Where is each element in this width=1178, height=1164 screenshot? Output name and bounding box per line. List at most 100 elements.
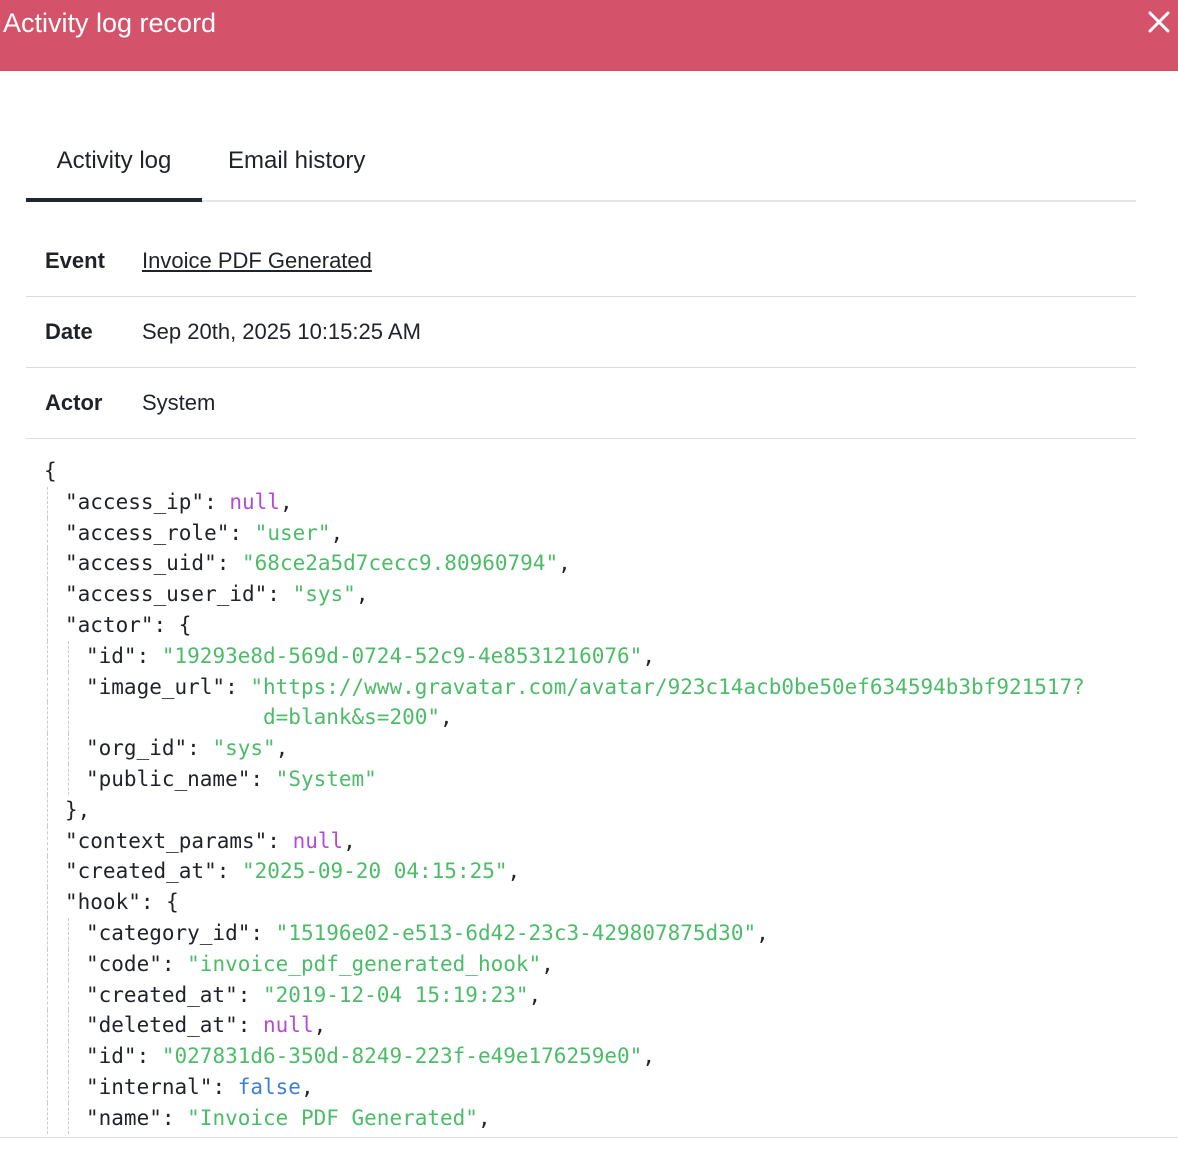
indent-guide (47, 671, 48, 703)
modal-title: Activity log record (3, 8, 217, 38)
json-value: "sys" (212, 736, 276, 761)
indent-guide (47, 733, 48, 764)
json-punctuation: , (756, 920, 769, 945)
json-value: "sys" (292, 582, 356, 607)
indent-guide (68, 763, 69, 795)
indent-guide (68, 702, 69, 734)
indent-guide (47, 548, 48, 580)
json-key: "access_user_id" (65, 582, 268, 607)
json-line: "context_params": null, (44, 825, 1144, 857)
json-line: "created_at": "2025-09-20 04:15:25", (44, 856, 1144, 888)
tab-email-history[interactable]: Email history (228, 130, 365, 200)
json-punctuation: : (204, 489, 230, 514)
json-value: "68ce2a5d7cecc9.80960794" (242, 551, 559, 576)
json-value: "user" (254, 520, 331, 545)
json-punctuation: }, (65, 797, 91, 822)
json-key: "actor" (65, 612, 154, 637)
json-key: "context_params" (65, 828, 268, 853)
indent-guide (47, 1010, 48, 1042)
json-punctuation: : (216, 551, 243, 576)
json-value: "Invoice PDF Generated" (187, 1105, 478, 1130)
event-row: Event Invoice PDF Generated (26, 226, 1136, 297)
indent-guide (68, 733, 69, 764)
json-line: "id": "027831d6-350d-8249-223f-e49e17625… (44, 1041, 1144, 1072)
json-punctuation: : (212, 1074, 238, 1099)
close-button[interactable] (1144, 6, 1174, 38)
date-label: Date (45, 319, 93, 344)
json-punctuation: , (642, 643, 655, 668)
tab-activity-log[interactable]: Activity log (26, 130, 202, 202)
json-line: }, (44, 794, 1144, 826)
json-key: "image_url" (86, 674, 226, 699)
indent-guide (47, 763, 48, 795)
json-value: "2019-12-04 15:19:23" (263, 982, 529, 1007)
footer-divider (0, 1137, 1178, 1138)
json-punctuation: , (528, 982, 542, 1007)
json-line: "access_uid": "68ce2a5d7cecc9.80960794", (44, 548, 1144, 580)
json-line: "created_at": "2019-12-04 15:19:23", (44, 979, 1144, 1011)
modal-header: Activity log record (0, 0, 1178, 71)
json-punctuation: : (250, 920, 276, 945)
json-line: "access_ip": null, (44, 486, 1144, 518)
json-key: "public_name" (86, 766, 251, 791)
json-key: "name" (86, 1105, 162, 1130)
json-punctuation (86, 705, 263, 729)
actor-value: System (142, 390, 216, 415)
json-line: "access_user_id": "sys", (44, 579, 1144, 610)
indent-guide (47, 948, 48, 980)
indent-guide (47, 1102, 48, 1134)
json-punctuation: , (275, 736, 289, 761)
close-icon (1148, 11, 1170, 33)
json-line: { (44, 456, 1144, 487)
json-value: "https://www.gravatar.com/avatar/923c14a… (250, 674, 1085, 699)
event-link[interactable]: Invoice PDF Generated (142, 226, 372, 296)
json-viewer[interactable]: { "access_ip": null, "access_role": "user"… (44, 456, 1144, 1136)
indent-guide (47, 856, 48, 888)
indent-guide (68, 1071, 69, 1103)
json-key: "hook" (65, 890, 141, 915)
indent-guide (47, 825, 48, 857)
indent-guide (68, 917, 69, 949)
indent-guide (47, 640, 48, 672)
json-punctuation: , (440, 705, 453, 730)
indent-guide (68, 671, 69, 703)
json-punctuation: : { (140, 890, 179, 915)
json-key: "access_uid" (65, 551, 217, 576)
json-line: "public_name": "System" (44, 763, 1144, 795)
json-punctuation: , (279, 489, 293, 514)
json-punctuation: : (267, 828, 293, 853)
json-punctuation: : (237, 1013, 264, 1038)
indent-guide (68, 1041, 69, 1072)
json-punctuation: , (355, 582, 369, 607)
json-key: "org_id" (86, 736, 188, 761)
json-key: "internal" (86, 1074, 213, 1099)
json-line: "access_role": "user", (44, 517, 1144, 549)
json-key: "created_at" (86, 982, 238, 1007)
indent-guide (47, 917, 48, 949)
date-row: Date Sep 20th, 2025 10:15:25 AM (26, 297, 1136, 368)
json-line: "id": "19293e8d-569d-0724-52c9-4e8531216… (44, 640, 1144, 672)
json-punctuation: , (541, 951, 554, 976)
date-value: Sep 20th, 2025 10:15:25 AM (142, 319, 421, 344)
json-value: null (292, 828, 344, 853)
json-punctuation: { (44, 459, 57, 483)
json-punctuation: : (250, 766, 276, 791)
indent-guide (68, 1010, 69, 1042)
indent-guide (68, 948, 69, 980)
json-value: false (237, 1074, 301, 1099)
json-value: "15196e02-e513-6d42-23c3-429807875d30" (275, 920, 757, 945)
indent-guide (47, 887, 48, 918)
json-value: null (229, 489, 280, 514)
json-punctuation: , (313, 1013, 327, 1038)
indent-guide (68, 640, 69, 672)
json-line: "code": "invoice_pdf_generated_hook", (44, 948, 1144, 980)
json-punctuation: , (300, 1074, 314, 1099)
json-line: "org_id": "sys", (44, 733, 1144, 764)
json-punctuation: : (229, 520, 255, 545)
json-value: "invoice_pdf_generated_hook" (187, 951, 542, 976)
json-line: "internal": false, (44, 1071, 1144, 1103)
json-punctuation: : (187, 736, 213, 761)
actor-label: Actor (45, 390, 103, 415)
json-key: "code" (86, 951, 162, 976)
json-line: d=blank&s=200", (44, 702, 1144, 734)
